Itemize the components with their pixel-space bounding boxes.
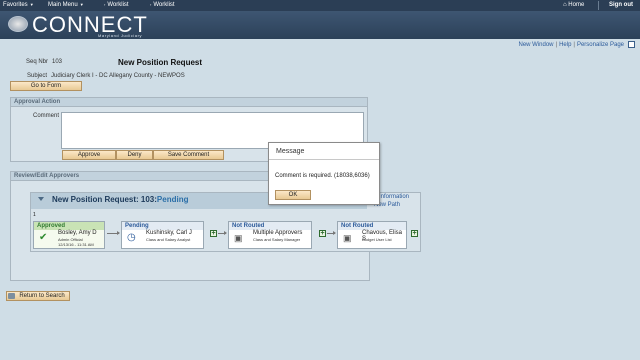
brand-subtitle: Maryland Judiciary [98, 33, 143, 38]
main-menu[interactable]: Main Menu ▼ [48, 2, 84, 8]
deny-button[interactable]: Deny [116, 150, 153, 160]
approver-name: Bosley, Amy D [58, 230, 97, 236]
comment-label: Comment [33, 113, 60, 119]
flow-title: New Position Request: 103:Pending [52, 195, 188, 204]
approval-timestamp: 12/13/16 - 11:31 AM [58, 242, 94, 247]
approve-button[interactable]: Approve [62, 150, 116, 160]
dialog-title: Message [269, 143, 379, 160]
step-number: 1 [33, 212, 36, 218]
nav-divider [598, 1, 599, 10]
breadcrumb-worklist-2[interactable]: › Worklist [148, 2, 175, 8]
breadcrumb-worklist-1[interactable]: › Worklist [102, 2, 129, 8]
step-status: Not Routed [338, 222, 406, 230]
breadcrumb-label: Worklist [153, 2, 175, 8]
flow-title-text: New Position Request: 103: [52, 195, 157, 204]
insert-approver-icon[interactable]: + [210, 230, 217, 237]
step-status: Not Routed [229, 222, 311, 230]
clock-icon: ◷ [127, 232, 136, 243]
go-to-form-button[interactable]: Go to Form [10, 81, 82, 91]
approver-role: Class and Salary Analyst [146, 237, 191, 242]
page-icon[interactable] [628, 41, 635, 48]
return-icon [8, 293, 15, 299]
person-icon: ▣ [343, 233, 352, 243]
subject-label: Subject [27, 73, 48, 79]
step-status: Approved [34, 222, 104, 230]
seq-label: Seq Nbr [26, 59, 49, 65]
chevron-right-icon: › [104, 2, 106, 7]
flow-status: Pending [156, 195, 189, 204]
utility-links: New Window | Help | Personalize Page [518, 42, 624, 48]
seal-logo-icon [8, 16, 28, 32]
link-separator: | [573, 42, 575, 48]
approver-step-3[interactable]: Not Routed ▣ Multiple Approvers Class an… [228, 221, 312, 249]
signout-link[interactable]: Sign out [609, 2, 633, 8]
chevron-down-icon: ▼ [79, 2, 84, 7]
favorites-label: Favorites [3, 2, 28, 8]
approver-step-4[interactable]: Not Routed ▣ Chavous, Elisa S Budget Use… [337, 221, 407, 249]
approver-role: Class and Salary Manager [253, 237, 301, 242]
check-icon: ✔ [39, 232, 48, 243]
link-separator: | [555, 42, 558, 48]
new-window-link[interactable]: New Window [518, 42, 553, 48]
flow-arrow [327, 231, 336, 235]
chevron-down-icon: ▼ [29, 2, 34, 7]
home-icon: ⌂ [563, 2, 567, 8]
page-title: New Position Request [118, 58, 203, 67]
save-comment-button[interactable]: Save Comment [153, 150, 224, 160]
chevron-right-icon: › [150, 2, 152, 7]
ok-button[interactable]: OK [275, 190, 311, 200]
main-menu-label: Main Menu [48, 2, 78, 8]
home-link[interactable]: ⌂ Home [563, 2, 584, 8]
approver-role: Budget User List [362, 237, 392, 242]
step-status: Pending [122, 222, 203, 230]
subject-value: Judiciary Clerk I - DC Allegany County -… [51, 73, 185, 79]
breadcrumb-label: Worklist [107, 2, 129, 8]
section-header: Approval Action [11, 98, 367, 107]
collapse-caret-icon[interactable] [38, 197, 44, 201]
approver-name: Multiple Approvers [253, 230, 303, 236]
seq-value: 103 [52, 59, 63, 65]
dialog-message: Comment is required. (18038,6036) [275, 173, 370, 179]
insert-approver-icon[interactable]: + [319, 230, 326, 237]
flow-arrow [218, 231, 227, 235]
help-link[interactable]: Help [559, 42, 571, 48]
top-nav-bar: Favorites ▼ Main Menu ▼ › Worklist › Worklis… [0, 0, 640, 11]
personalize-page-link[interactable]: Personalize Page [577, 42, 624, 48]
approver-step-1[interactable]: Approved ✔ Bosley, Amy D Admin Official 1… [33, 221, 105, 249]
people-icon: ▣ [234, 233, 243, 243]
approver-role: Admin Official 12/13/16 - 11:31 AM [58, 237, 94, 247]
return-to-search-button[interactable]: Return to Search [6, 291, 70, 301]
approver-step-2[interactable]: Pending ◷ Kushinsky, Carl J Class and Sa… [121, 221, 204, 249]
favorites-menu[interactable]: Favorites ▼ [3, 2, 34, 8]
flow-arrow [107, 231, 120, 235]
insert-approver-icon[interactable]: + [411, 230, 418, 237]
approver-name: Kushinsky, Carl J [146, 230, 192, 236]
home-label: Home [568, 2, 585, 8]
